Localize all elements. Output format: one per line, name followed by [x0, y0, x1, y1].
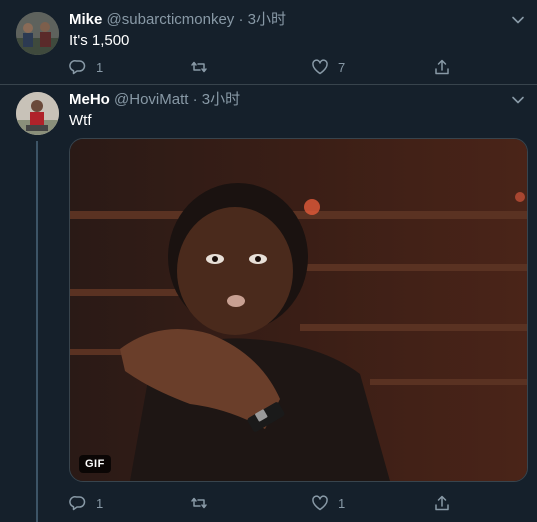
separator-dot: · [192, 91, 198, 108]
share-button[interactable] [433, 492, 451, 514]
reply-button[interactable]: 1 [69, 492, 103, 514]
like-icon [312, 495, 328, 511]
display-name[interactable]: Mike [69, 11, 102, 28]
like-count: 1 [338, 495, 346, 511]
share-icon [435, 495, 449, 511]
reply-icon [69, 60, 86, 75]
like-button[interactable]: 1 [311, 492, 345, 514]
caret-down-icon[interactable] [511, 93, 525, 107]
share-icon [435, 59, 449, 75]
timestamp[interactable]: 3小时 [248, 11, 286, 28]
like-icon [312, 59, 328, 75]
tweet-text: Wtf [69, 112, 92, 129]
reply-count: 1 [96, 495, 104, 511]
display-name[interactable]: MeHo [69, 91, 110, 108]
caret-down-icon[interactable] [511, 13, 525, 27]
gif-media[interactable]: GIF [69, 138, 528, 482]
gif-frame [70, 139, 527, 481]
user-handle[interactable]: @HoviMatt [114, 91, 188, 108]
separator-dot: · [238, 11, 244, 28]
tweet-meho[interactable]: MeHo @HoviMatt · 3小时 Wtf GIF 1 1 [0, 85, 537, 522]
retweet-icon [191, 61, 207, 73]
tweet-actions: 1 1 [62, 492, 522, 514]
timestamp[interactable]: 3小时 [202, 91, 240, 108]
share-button[interactable] [433, 56, 451, 78]
reply-count: 1 [96, 59, 104, 75]
tweet-actions: 1 7 [62, 56, 522, 78]
retweet-button[interactable] [190, 56, 217, 78]
user-handle[interactable]: @subarcticmonkey [107, 11, 235, 28]
avatar[interactable] [16, 92, 59, 135]
reply-icon [69, 496, 86, 511]
like-count: 7 [338, 59, 346, 75]
thread-line [36, 141, 38, 522]
tweet-header: Mike @subarcticmonkey · 3小时 [69, 10, 286, 30]
reply-button[interactable]: 1 [69, 56, 103, 78]
retweet-button[interactable] [190, 492, 217, 514]
gif-badge: GIF [79, 455, 111, 473]
tweet-text: It's 1,500 [69, 32, 130, 49]
tweet-mike[interactable]: Mike @subarcticmonkey · 3小时 It's 1,500 1… [0, 0, 537, 85]
avatar[interactable] [16, 12, 59, 55]
like-button[interactable]: 7 [311, 56, 345, 78]
retweet-icon [191, 497, 207, 509]
tweet-header: MeHo @HoviMatt · 3小时 [69, 90, 240, 110]
